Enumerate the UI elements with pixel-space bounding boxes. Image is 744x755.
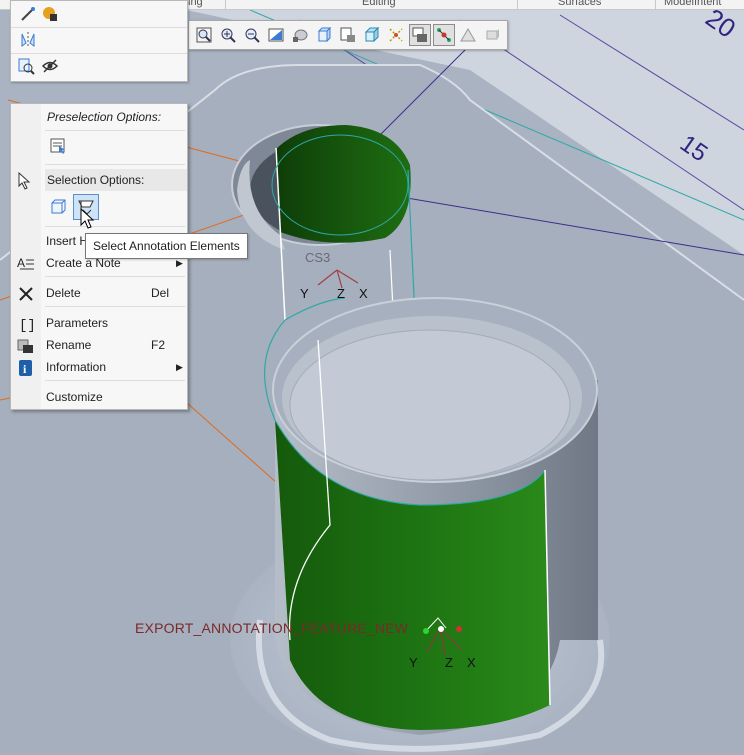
menu-separator [45, 164, 185, 165]
svg-text:A: A [17, 256, 25, 270]
ribbon-group-surfaces[interactable]: Surfaces [558, 0, 601, 8]
zoom-in-button[interactable] [217, 24, 239, 46]
select-geometry-button[interactable] [47, 196, 69, 218]
csys-cs3-label: CS3 [305, 250, 331, 265]
zoom-to-selected-icon[interactable] [17, 57, 35, 75]
repaint-button[interactable] [265, 24, 287, 46]
display-style-button[interactable] [289, 24, 311, 46]
submenu-arrow-icon: ▶ [176, 362, 183, 372]
menu-item-label: Delete [46, 286, 81, 300]
menu-item-shortcut: Del [151, 286, 170, 300]
menu-separator [45, 306, 185, 307]
menu-item-delete[interactable]: Delete Del [46, 282, 186, 304]
ribbon-separator [655, 0, 656, 9]
appearance-gallery-icon [486, 29, 499, 40]
saved-orientations-icon [317, 27, 332, 43]
glyph-display-icon [460, 28, 476, 42]
csys-export-label[interactable]: EXPORT_ANNOTATION_FEATURE_NEW [135, 620, 408, 636]
menu-separator [45, 226, 185, 227]
mouse-cursor-icon [80, 208, 95, 229]
datum-display-filters-button[interactable] [385, 24, 407, 46]
menu-item-label: Customize [46, 390, 103, 404]
csys-export-axis-x: X [467, 655, 476, 670]
svg-text:[]: [] [19, 318, 35, 333]
menu-item-label: Information [46, 360, 107, 374]
selection-options-header: Selection Options: [45, 169, 187, 191]
menu-item-information[interactable]: Information ▶ [46, 356, 186, 378]
datum-display-filters-icon [389, 28, 403, 42]
menu-item-rename[interactable]: Rename F2 [46, 334, 186, 356]
appearance-gallery-button[interactable] [481, 24, 503, 46]
refit-button[interactable] [193, 24, 215, 46]
spin-center-icon [437, 28, 451, 42]
appearance-icon[interactable] [41, 5, 59, 23]
perspective-view-button[interactable] [361, 24, 383, 46]
spin-center-button[interactable] [433, 24, 455, 46]
zoom-out-icon [245, 28, 260, 43]
mirror-icon[interactable] [19, 31, 37, 49]
information-icon: i [19, 360, 32, 376]
csys-export-axis-z: Z [445, 655, 453, 670]
palette-row [11, 53, 187, 79]
palette-row [11, 1, 187, 28]
menu-item-shortcut: F2 [151, 338, 166, 352]
zoom-out-button[interactable] [241, 24, 263, 46]
menu-item-customize[interactable]: Customize [46, 386, 186, 408]
preselection-icon [50, 138, 65, 154]
pointer-icon [18, 172, 31, 190]
cube-icon [51, 199, 66, 214]
menu-item-label: Rename [46, 338, 92, 352]
tooltip: Select Annotation Elements [85, 233, 248, 259]
graphics-toolbar [188, 20, 508, 50]
ribbon-separator [517, 0, 518, 9]
parameters-icon: [] [19, 318, 35, 333]
menu-separator [45, 130, 185, 131]
menu-separator [45, 380, 185, 381]
palette-row [11, 27, 187, 54]
annotation-display-button[interactable] [409, 24, 431, 46]
menu-separator [45, 276, 185, 277]
glyph-display-button[interactable] [457, 24, 479, 46]
delete-icon [19, 287, 33, 301]
refit-icon [196, 27, 212, 43]
annotation-display-icon [412, 27, 427, 42]
zoom-in-icon [221, 28, 236, 43]
ribbon-separator [225, 0, 226, 9]
csys-cs3-axis-y: Y [300, 286, 309, 301]
preselection-options-header: Preselection Options: [47, 110, 162, 124]
csys-cs3-axis-x: X [359, 286, 368, 301]
saved-orientations-button[interactable] [313, 24, 335, 46]
view-manager-button[interactable] [337, 24, 359, 46]
menu-item-label: Insert H [46, 234, 89, 248]
ribbon-group-editing[interactable]: Editing [362, 0, 396, 8]
note-icon: A [17, 256, 34, 270]
rename-icon [17, 339, 33, 353]
view-manager-icon [340, 27, 355, 42]
ribbon-group-0[interactable]: ing [188, 0, 203, 8]
pencil-icon[interactable] [19, 5, 37, 23]
ribbon-group-modelintent[interactable]: ModelIntent [664, 0, 721, 8]
csys-cs3-axis-z: Z [337, 286, 345, 301]
hide-icon[interactable] [41, 57, 59, 75]
repaint-icon [268, 28, 284, 42]
menu-item-label: Parameters [46, 316, 109, 330]
preselection-filter-button[interactable] [47, 135, 69, 157]
csys-export-axis-y: Y [409, 655, 418, 670]
perspective-view-icon [364, 27, 380, 43]
menu-item-parameters[interactable]: Parameters [46, 312, 186, 334]
display-style-icon [293, 29, 308, 42]
quick-access-palette [10, 0, 188, 82]
